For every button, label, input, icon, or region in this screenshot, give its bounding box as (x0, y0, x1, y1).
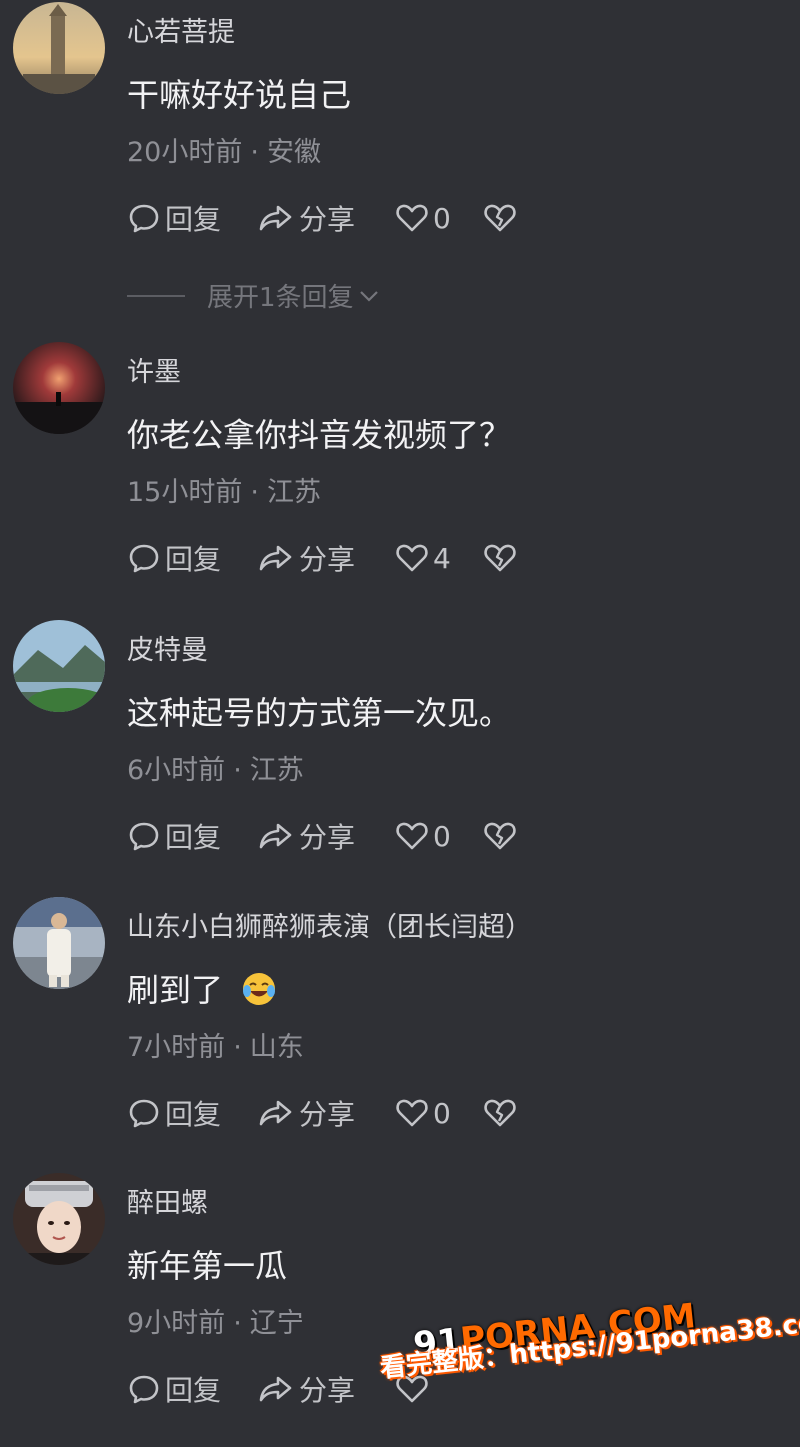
action-bar: 回复 分享 4 (127, 538, 521, 578)
broken-heart-icon (484, 204, 516, 232)
comment-meta: 20小时前 · 安徽 (127, 130, 321, 169)
share-button[interactable]: 分享 (257, 1369, 395, 1409)
comment-text: 干嘛好好说自己 (127, 76, 352, 114)
share-arrow-icon (259, 1100, 292, 1126)
username[interactable]: 皮特曼 (127, 628, 208, 667)
action-bar: 回复 分享 0 (127, 1093, 521, 1133)
avatar[interactable] (13, 620, 105, 712)
username[interactable]: 心若菩提 (127, 10, 235, 49)
comment-meta: 15小时前 · 江苏 (127, 470, 321, 509)
comment-text: 刷到了 (127, 965, 277, 1011)
location: 山东 (249, 1032, 304, 1063)
action-bar: 回复 分享 0 (127, 816, 521, 856)
comment-text: 这种起号的方式第一次见。 (127, 694, 512, 732)
speech-bubble-icon (129, 544, 159, 573)
share-label: 分享 (299, 543, 356, 576)
speech-bubble-icon (129, 1099, 159, 1128)
share-arrow-icon (259, 1376, 292, 1402)
share-button[interactable]: 分享 (257, 198, 395, 238)
like-count: 0 (433, 819, 451, 853)
comment-meta: 9小时前 · 辽宁 (127, 1301, 304, 1340)
like-count: 4 (433, 541, 451, 575)
reply-label: 回复 (165, 821, 222, 854)
share-arrow-icon (259, 823, 292, 849)
reply-button[interactable]: 回复 (127, 1093, 257, 1133)
comment-text: 你老公拿你抖音发视频了？ (127, 416, 512, 454)
location: 安徽 (266, 137, 321, 168)
username[interactable]: 山东小白狮醉狮表演（团长闫超） (127, 905, 532, 944)
like-button[interactable]: 0 (395, 1096, 483, 1130)
heart-icon (396, 1099, 428, 1127)
separator: · (233, 1308, 242, 1339)
broken-heart-icon (484, 822, 516, 850)
location: 江苏 (266, 477, 321, 508)
avatar[interactable] (13, 342, 105, 434)
heart-icon (396, 204, 428, 232)
dislike-button[interactable] (483, 541, 521, 575)
timestamp: 20小时前 (127, 137, 243, 168)
chevron-down-icon (359, 290, 378, 302)
location: 江苏 (249, 755, 304, 786)
expand-replies-label: 展开1条回复 (207, 283, 354, 313)
separator: · (233, 755, 242, 786)
divider-line (127, 294, 185, 297)
username[interactable]: 醉田螺 (127, 1181, 208, 1220)
reply-button[interactable]: 回复 (127, 538, 257, 578)
crying-laughing-emoji (243, 973, 276, 1005)
share-button[interactable]: 分享 (257, 1093, 395, 1133)
share-arrow-icon (259, 545, 292, 571)
avatar[interactable] (13, 1173, 105, 1265)
speech-bubble-icon (129, 822, 159, 851)
comment-meta: 7小时前 · 山东 (127, 1025, 304, 1064)
like-button[interactable]: 4 (395, 541, 483, 575)
heart-icon (396, 822, 428, 850)
avatar[interactable] (13, 897, 105, 989)
like-count: 0 (433, 201, 451, 235)
timestamp: 6小时前 (127, 755, 226, 786)
separator: · (250, 137, 259, 168)
share-label: 分享 (299, 203, 356, 236)
location: 辽宁 (249, 1308, 304, 1339)
like-button[interactable]: 0 (395, 819, 483, 853)
reply-button[interactable]: 回复 (127, 1369, 257, 1409)
speech-bubble-icon (129, 204, 159, 233)
dislike-button[interactable] (483, 201, 521, 235)
separator: · (250, 477, 259, 508)
timestamp: 15小时前 (127, 477, 243, 508)
separator: · (233, 1032, 242, 1063)
comment-text: 新年第一瓜 (127, 1247, 288, 1285)
speech-bubble-icon (129, 1375, 159, 1404)
avatar[interactable] (13, 2, 105, 94)
reply-label: 回复 (165, 1374, 222, 1407)
reply-label: 回复 (165, 203, 222, 236)
broken-heart-icon (484, 1099, 516, 1127)
action-bar: 回复 分享 0 (127, 198, 521, 238)
dislike-button[interactable] (483, 1096, 521, 1130)
heart-icon (396, 544, 428, 572)
like-button[interactable]: 0 (395, 201, 483, 235)
like-count: 0 (433, 1096, 451, 1130)
share-label: 分享 (299, 1374, 356, 1407)
comment-meta: 6小时前 · 江苏 (127, 748, 304, 787)
broken-heart-icon (484, 544, 516, 572)
timestamp: 9小时前 (127, 1308, 226, 1339)
share-label: 分享 (299, 1098, 356, 1131)
expand-replies-button[interactable]: 展开1条回复 (127, 277, 380, 314)
share-button[interactable]: 分享 (257, 538, 395, 578)
watermark: 91PORNA.COM 看完整版：https://91porna38.com (379, 1296, 800, 1426)
reply-button[interactable]: 回复 (127, 816, 257, 856)
share-button[interactable]: 分享 (257, 816, 395, 856)
timestamp: 7小时前 (127, 1032, 226, 1063)
reply-label: 回复 (165, 1098, 222, 1131)
share-label: 分享 (299, 821, 356, 854)
reply-label: 回复 (165, 543, 222, 576)
dislike-button[interactable] (483, 819, 521, 853)
username[interactable]: 许墨 (127, 350, 181, 389)
reply-button[interactable]: 回复 (127, 198, 257, 238)
share-arrow-icon (259, 205, 292, 231)
